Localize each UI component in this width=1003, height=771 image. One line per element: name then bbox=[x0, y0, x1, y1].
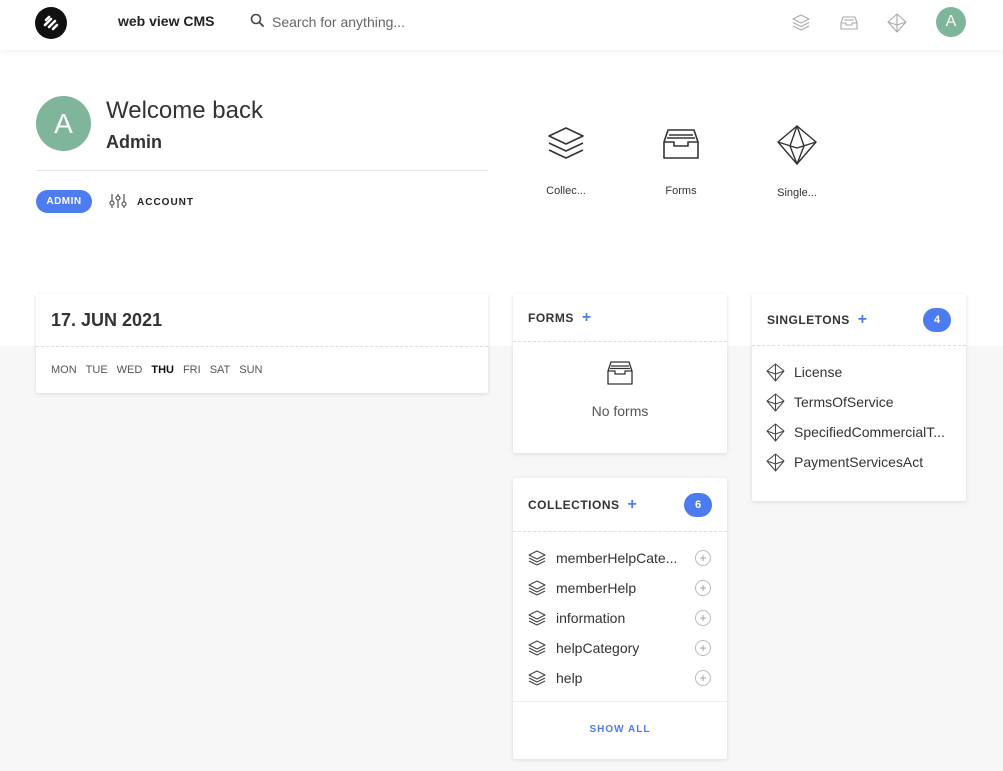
quick-link-collections[interactable]: Collec... bbox=[526, 124, 606, 197]
diamond-icon bbox=[766, 453, 786, 472]
search-icon bbox=[250, 13, 264, 32]
forms-empty-state: No forms bbox=[513, 342, 727, 419]
weekday: WED bbox=[116, 364, 143, 376]
list-item[interactable]: PaymentServicesAct bbox=[766, 447, 951, 477]
quick-link-label: Forms bbox=[665, 185, 697, 197]
app-logo-icon[interactable] bbox=[35, 7, 67, 39]
quick-link-forms[interactable]: Forms bbox=[641, 124, 721, 197]
role-badge: ADMIN bbox=[36, 190, 92, 213]
singletons-title: SINGLETONS bbox=[767, 312, 850, 327]
singletons-panel: SINGLETONS + 4 License TermsOfService Sp… bbox=[752, 294, 966, 501]
weekday: MON bbox=[51, 364, 77, 376]
diamond-icon bbox=[766, 423, 786, 442]
layers-icon bbox=[528, 610, 548, 626]
welcome-greeting: Welcome back bbox=[106, 97, 263, 124]
weekday: SAT bbox=[209, 364, 231, 376]
inbox-icon bbox=[661, 124, 701, 169]
add-entry-icon[interactable]: + bbox=[695, 580, 711, 596]
search-input[interactable] bbox=[272, 14, 512, 30]
diamond-icon bbox=[776, 124, 818, 171]
add-form-button[interactable]: + bbox=[582, 309, 591, 326]
singletons-list: License TermsOfService SpecifiedCommerci… bbox=[752, 346, 966, 477]
show-all-button[interactable]: SHOW ALL bbox=[590, 724, 651, 735]
add-entry-icon[interactable]: + bbox=[695, 550, 711, 566]
list-item[interactable]: helpCategory + bbox=[528, 633, 711, 663]
list-item[interactable]: memberHelpCate... + bbox=[528, 543, 711, 573]
user-avatar[interactable]: A bbox=[936, 7, 966, 37]
singletons-icon[interactable] bbox=[885, 11, 909, 35]
collections-panel: COLLECTIONS + 6 memberHelpCate... + memb… bbox=[513, 478, 727, 759]
add-collection-button[interactable]: + bbox=[628, 496, 637, 513]
layers-icon bbox=[528, 670, 548, 686]
collection-name: memberHelpCate... bbox=[556, 550, 678, 566]
add-entry-icon[interactable]: + bbox=[695, 610, 711, 626]
collections-list: memberHelpCate... + memberHelp + informa… bbox=[513, 532, 727, 702]
collections-title: COLLECTIONS bbox=[528, 497, 620, 512]
forms-title: FORMS bbox=[528, 310, 574, 325]
list-item[interactable]: TermsOfService bbox=[766, 387, 951, 417]
add-singleton-button[interactable]: + bbox=[858, 311, 867, 328]
singletons-header: SINGLETONS + 4 bbox=[752, 294, 966, 346]
weekdays-row: MON TUE WED THU FRI SAT SUN bbox=[36, 347, 488, 376]
account-label: ACCOUNT bbox=[137, 196, 194, 208]
quick-link-label: Collec... bbox=[546, 185, 586, 197]
quick-link-label: Single... bbox=[777, 187, 817, 199]
welcome-avatar: A bbox=[36, 96, 91, 151]
no-forms-text: No forms bbox=[591, 403, 649, 419]
add-entry-icon[interactable]: + bbox=[695, 670, 711, 686]
singleton-name: PaymentServicesAct bbox=[794, 454, 924, 470]
singleton-name: SpecifiedCommercialT... bbox=[794, 424, 945, 440]
collection-name: memberHelp bbox=[556, 580, 637, 596]
diamond-icon bbox=[766, 363, 786, 382]
quick-link-singletons[interactable]: Single... bbox=[757, 124, 837, 199]
forms-header: FORMS + bbox=[513, 294, 727, 342]
collections-icon[interactable] bbox=[789, 11, 813, 35]
top-bar: web view CMS A bbox=[0, 0, 1003, 50]
list-item[interactable]: help + bbox=[528, 663, 711, 693]
welcome-user-name: Admin bbox=[106, 132, 162, 152]
weekday: SUN bbox=[239, 364, 263, 376]
account-link[interactable]: ACCOUNT bbox=[109, 192, 194, 212]
collection-name: help bbox=[556, 670, 583, 686]
layers-icon bbox=[546, 124, 586, 169]
collections-header: COLLECTIONS + 6 bbox=[513, 478, 727, 532]
weekday: TUE bbox=[85, 364, 108, 376]
singletons-count-badge: 4 bbox=[923, 307, 951, 332]
add-entry-icon[interactable]: + bbox=[695, 640, 711, 656]
layers-icon bbox=[528, 580, 548, 596]
forms-panel: FORMS + No forms bbox=[513, 294, 727, 453]
calendar-panel: 17. JUN 2021 MON TUE WED THU FRI SAT SUN bbox=[36, 294, 488, 393]
list-item[interactable]: License bbox=[766, 357, 951, 387]
collections-count-badge: 6 bbox=[684, 492, 712, 517]
search-bar[interactable] bbox=[250, 11, 550, 33]
layers-icon bbox=[528, 550, 548, 566]
sliders-icon bbox=[109, 193, 127, 212]
layers-icon bbox=[528, 640, 548, 656]
diamond-icon bbox=[766, 393, 786, 412]
divider bbox=[36, 170, 488, 171]
weekday: FRI bbox=[182, 364, 201, 376]
collection-name: helpCategory bbox=[556, 640, 640, 656]
app-title[interactable]: web view CMS bbox=[118, 13, 214, 29]
weekday-today: THU bbox=[151, 364, 174, 376]
singleton-name: TermsOfService bbox=[794, 394, 894, 410]
list-item[interactable]: SpecifiedCommercialT... bbox=[766, 417, 951, 447]
forms-icon[interactable] bbox=[837, 11, 861, 35]
inbox-icon bbox=[606, 360, 634, 391]
current-date: 17. JUN 2021 bbox=[51, 309, 163, 330]
list-item[interactable]: information + bbox=[528, 603, 711, 633]
singleton-name: License bbox=[794, 364, 843, 380]
show-all-row: SHOW ALL bbox=[513, 702, 727, 756]
collection-name: information bbox=[556, 610, 626, 626]
list-item[interactable]: memberHelp + bbox=[528, 573, 711, 603]
calendar-header: 17. JUN 2021 bbox=[36, 294, 488, 347]
